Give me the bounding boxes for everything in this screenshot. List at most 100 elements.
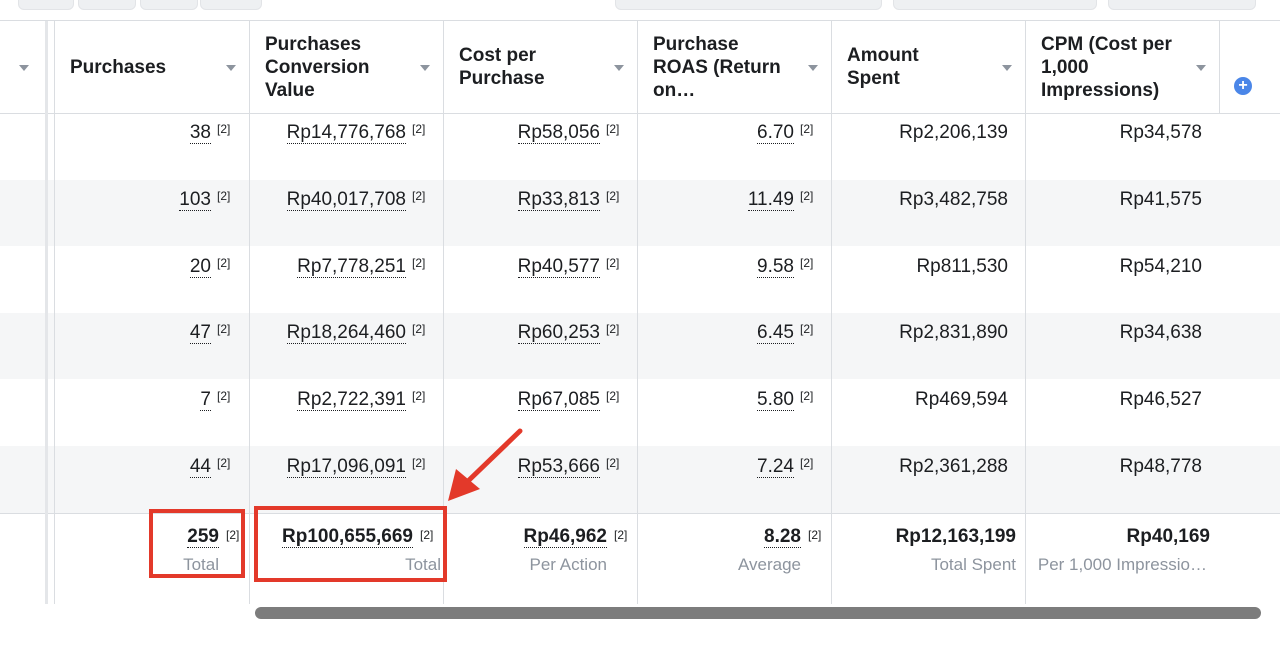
footnote-marker: [2] — [606, 189, 620, 203]
highlight-box — [149, 509, 245, 578]
metric-link[interactable]: 6.70 — [757, 122, 794, 144]
toolbar-button[interactable] — [78, 0, 136, 10]
table-cell-spent: Rp2,361,288 — [899, 455, 1008, 479]
total-caption: Average — [737, 555, 801, 574]
metric-link[interactable]: Rp40,577 — [517, 256, 600, 278]
footnote-marker: [2] — [412, 389, 426, 403]
table-cell-conv-value[interactable]: Rp18,264,460 — [286, 321, 406, 345]
table-cell-cost-per[interactable]: Rp60,253 — [517, 321, 600, 345]
plus-circle-icon[interactable]: + — [1234, 77, 1252, 95]
toolbar-button[interactable] — [200, 0, 262, 10]
table-cell-roas[interactable]: 6.70 — [757, 121, 794, 145]
scrollbar-thumb[interactable] — [255, 607, 1261, 619]
metric-value: Rp811,530 — [916, 256, 1008, 277]
column-header-label: Purchase ROAS (Return on… — [653, 33, 781, 101]
footnote-marker: [2] — [800, 256, 814, 270]
toolbar-button[interactable] — [1108, 0, 1256, 10]
chevron-down-icon[interactable] — [1002, 65, 1012, 71]
metric-link[interactable]: 6.45 — [757, 322, 794, 344]
highlight-box — [254, 506, 447, 582]
table-cell-cost-per[interactable]: Rp67,085 — [517, 388, 600, 412]
metric-link[interactable]: Rp7,778,251 — [297, 256, 406, 278]
table-cell-conv-value[interactable]: Rp7,778,251 — [297, 255, 406, 279]
total-value-spent: Rp12,163,199 — [896, 525, 1016, 549]
column-header-label: Purchases — [70, 56, 167, 78]
table-cell-roas[interactable]: 11.49 — [747, 188, 794, 212]
table-cell-cost-per[interactable]: Rp58,056 — [517, 121, 600, 145]
metric-value: Rp34,578 — [1119, 122, 1202, 143]
column-header-amount-spent[interactable]: Amount Spent — [831, 21, 971, 113]
table-cell-cpm: Rp54,210 — [1120, 255, 1202, 279]
footnote-marker: [2] — [217, 456, 231, 470]
metric-value: Rp34,638 — [1119, 322, 1202, 343]
column-header-purchases[interactable]: Purchases — [54, 21, 249, 113]
footnote-marker: [2] — [606, 122, 620, 136]
column-header-cost-per-purchase[interactable]: Cost per Purchase — [443, 21, 583, 113]
metric-link[interactable]: 44 — [189, 456, 211, 478]
chevron-down-icon[interactable] — [226, 65, 236, 71]
table-cell-roas[interactable]: 9.58 — [757, 255, 794, 279]
total-value-roas: 8.28 — [764, 525, 801, 549]
metric-link[interactable]: Rp33,813 — [517, 189, 600, 211]
column-header-cpm[interactable]: CPM (Cost per 1,000 Impressions) — [1025, 21, 1190, 113]
metric-link[interactable]: Rp60,253 — [517, 322, 600, 344]
footnote-marker: [2] — [614, 528, 628, 542]
metric-link[interactable]: 47 — [189, 322, 211, 344]
chevron-down-icon[interactable] — [614, 65, 624, 71]
table-cell-conv-value[interactable]: Rp17,096,091 — [286, 455, 406, 479]
metric-link[interactable]: 11.49 — [747, 189, 794, 211]
metric-link[interactable]: 7 — [200, 389, 211, 411]
table-cell-cpm: Rp48,778 — [1120, 455, 1202, 479]
table-cell-purchases[interactable]: 103 — [179, 188, 211, 212]
table-cell-roas[interactable]: 5.80 — [757, 388, 794, 412]
table-cell-cpm: Rp34,638 — [1120, 321, 1202, 345]
metric-link[interactable]: 5.80 — [757, 389, 794, 411]
table-cell-conv-value[interactable]: Rp2,722,391 — [297, 388, 406, 412]
chevron-down-icon[interactable] — [808, 65, 818, 71]
table-cell-roas[interactable]: 7.24 — [757, 455, 794, 479]
table-cell-purchases[interactable]: 47 — [189, 321, 211, 345]
metric-link[interactable]: Rp18,264,460 — [286, 322, 406, 344]
table-cell-spent: Rp2,206,139 — [899, 121, 1008, 145]
metric-link[interactable]: Rp2,722,391 — [297, 389, 406, 411]
column-header-purchase-roas[interactable]: Purchase ROAS (Return on… — [637, 21, 802, 113]
table-cell-spent: Rp3,482,758 — [899, 188, 1008, 212]
metric-link[interactable]: 20 — [189, 256, 211, 278]
metric-link[interactable]: Rp14,776,768 — [286, 122, 406, 144]
metric-link[interactable]: Rp58,056 — [517, 122, 600, 144]
table-cell-spent: Rp469,594 — [915, 388, 1008, 412]
total-value-cpm: Rp40,169 — [1127, 525, 1210, 549]
metric-link[interactable]: Rp40,017,708 — [286, 189, 406, 211]
table-cell-conv-value[interactable]: Rp14,776,768 — [286, 121, 406, 145]
metric-link[interactable]: 9.58 — [757, 256, 794, 278]
chevron-down-icon[interactable] — [1196, 65, 1206, 71]
column-header-label: Amount Spent — [847, 45, 919, 89]
metric-link[interactable]: 103 — [179, 189, 211, 211]
metric-link[interactable]: Rp17,096,091 — [286, 456, 406, 478]
chevron-down-icon[interactable] — [19, 65, 29, 71]
chevron-down-icon[interactable] — [420, 65, 430, 71]
footnote-marker: [2] — [800, 389, 814, 403]
table-cell-purchases[interactable]: 20 — [189, 255, 211, 279]
table-cell-purchases[interactable]: 7 — [200, 388, 211, 412]
table-cell-roas[interactable]: 6.45 — [757, 321, 794, 345]
column-header-conversion-value[interactable]: Purchases Conversion Value — [249, 21, 409, 113]
table-cell-cost-per[interactable]: Rp33,813 — [517, 188, 600, 212]
metric-link[interactable]: Rp67,085 — [517, 389, 600, 411]
table-cell-cost-per[interactable]: Rp40,577 — [517, 255, 600, 279]
column-header-label: CPM (Cost per 1,000 Impressions) — [1041, 33, 1172, 101]
toolbar-button[interactable] — [893, 0, 1097, 10]
table-cell-purchases[interactable]: 38 — [189, 121, 211, 145]
footnote-marker: [2] — [800, 456, 814, 470]
toolbar-button[interactable] — [615, 0, 882, 10]
metric-value: Rp41,575 — [1119, 189, 1202, 210]
metric-link[interactable]: 7.24 — [757, 456, 794, 478]
toolbar-button[interactable] — [18, 0, 74, 10]
table-cell-purchases[interactable]: 44 — [189, 455, 211, 479]
metric-link[interactable]: 38 — [189, 122, 211, 144]
toolbar-button[interactable] — [140, 0, 198, 10]
metric-value: Rp46,527 — [1119, 389, 1202, 410]
footnote-marker: [2] — [606, 322, 620, 336]
table-cell-conv-value[interactable]: Rp40,017,708 — [286, 188, 406, 212]
footnote-marker: [2] — [808, 528, 822, 542]
